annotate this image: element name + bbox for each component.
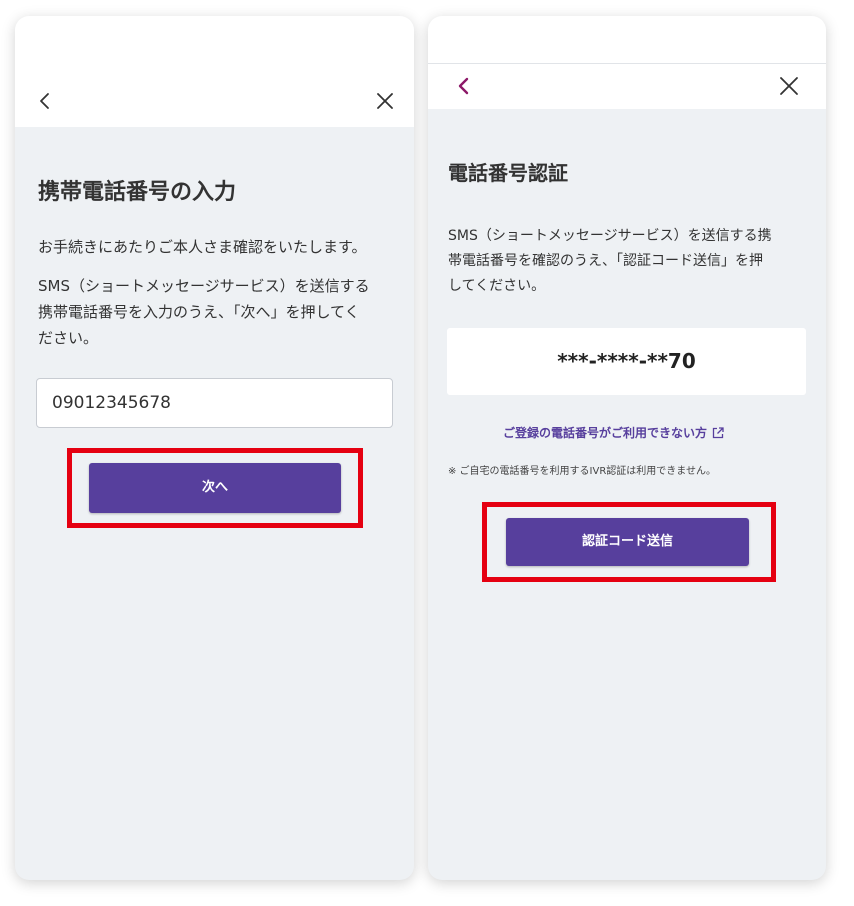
page-title: 携帯電話番号の入力 xyxy=(38,180,237,205)
instruction-text: SMS（ショートメッセージサービス）を送信する携 帯電話番号を確認のうえ、「認証… xyxy=(448,224,772,299)
masked-phone-number: ***-****-**70 xyxy=(447,328,806,395)
back-button[interactable] xyxy=(31,87,59,115)
phone-unavailable-link-label: ご登録の電話番号がご利用できない方 xyxy=(503,426,708,440)
page-title: 電話番号認証 xyxy=(448,161,568,185)
phone-number-input[interactable] xyxy=(36,378,393,428)
close-icon xyxy=(377,93,393,109)
header-divider xyxy=(428,63,826,64)
screen-header xyxy=(15,16,414,127)
instruction-line: 携帯電話番号を入力のうえ、「次へ」を押してく xyxy=(38,303,360,321)
ivr-note: ※ ご自宅の電話番号を利用するIVR認証は利用できません。 xyxy=(448,466,716,477)
screen-header xyxy=(428,16,826,109)
instruction-line: SMS（ショートメッセージサービス）を送信する xyxy=(38,277,370,295)
instruction-line: してください。 xyxy=(448,278,546,294)
external-link-icon xyxy=(711,426,725,443)
chevron-left-icon xyxy=(40,93,49,109)
instruction-text: SMS（ショートメッセージサービス）を送信する 携帯電話番号を入力のうえ、「次へ… xyxy=(38,273,370,351)
close-button[interactable] xyxy=(371,87,399,115)
close-button[interactable] xyxy=(775,72,803,100)
phone-unavailable-link[interactable]: ご登録の電話番号がご利用できない方 xyxy=(503,424,725,443)
send-code-button[interactable]: 認証コード送信 xyxy=(506,518,749,566)
phone-entry-screen: 携帯電話番号の入力 お手続きにあたりご本人さま確認をいたします。 SMS（ショー… xyxy=(15,16,414,880)
instruction-line: ださい。 xyxy=(38,329,99,347)
instruction-line: 帯電話番号を確認のうえ、「認証コード送信」を押 xyxy=(448,253,763,269)
next-button[interactable]: 次へ xyxy=(89,463,341,513)
phone-verification-screen: 電話番号認証 SMS（ショートメッセージサービス）を送信する携 帯電話番号を確認… xyxy=(428,16,826,880)
instruction-line: SMS（ショートメッセージサービス）を送信する携 xyxy=(448,228,772,244)
back-button[interactable] xyxy=(450,72,478,100)
close-icon xyxy=(780,77,798,95)
chevron-left-icon xyxy=(458,77,469,95)
intro-text: お手続きにあたりご本人さま確認をいたします。 xyxy=(38,238,367,256)
